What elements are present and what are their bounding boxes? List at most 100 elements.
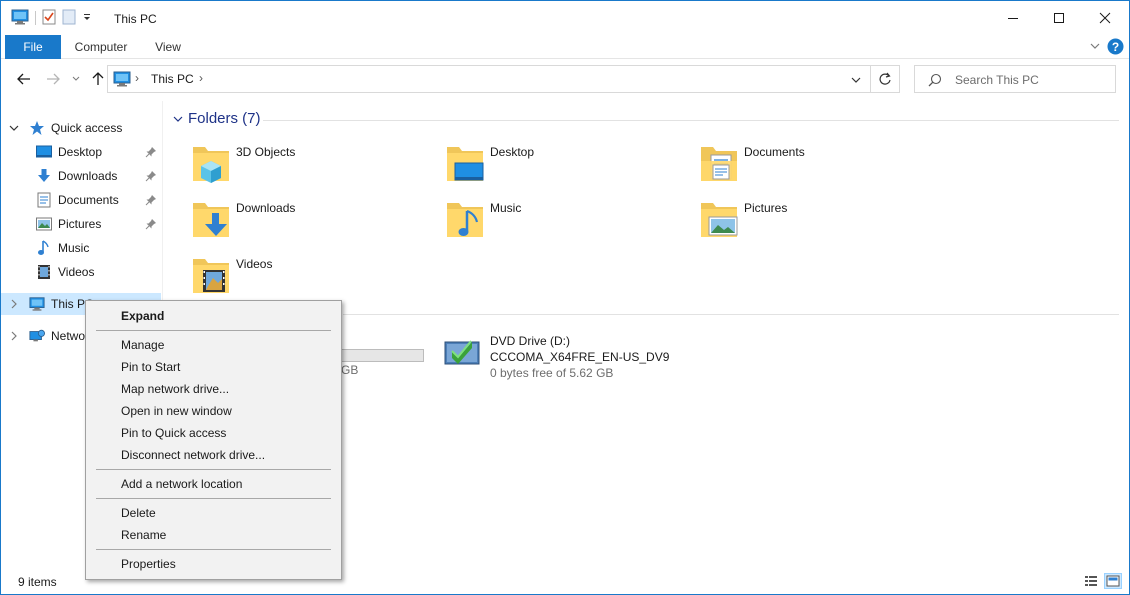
tiles-view-icon — [1106, 575, 1120, 587]
folder-downloads[interactable]: Downloads — [191, 197, 431, 247]
sidebar-item-pictures[interactable]: Pictures — [1, 213, 161, 235]
music-icon — [445, 197, 485, 243]
sidebar-item-desktop[interactable]: Desktop — [1, 141, 161, 163]
folder-pictures[interactable]: Pictures — [699, 197, 939, 247]
recent-locations-button[interactable] — [65, 69, 87, 89]
drive-dvd[interactable]: DVD Drive (D:) CCCOMA_X64FRE_EN-US_DV9 0… — [444, 334, 704, 382]
star-icon — [29, 120, 45, 136]
file-explorer-window: This PC File Computer View ? › This PC ›… — [0, 0, 1130, 595]
menu-item-add-network-location[interactable]: Add a network location — [89, 473, 338, 495]
breadcrumb-separator[interactable]: › — [135, 71, 139, 85]
chevron-right-icon[interactable] — [9, 331, 23, 341]
window-title: This PC — [114, 12, 157, 26]
svg-text:?: ? — [1112, 40, 1119, 54]
item-count: 9 items — [18, 575, 57, 589]
menu-item-pin-to-quick-access[interactable]: Pin to Quick access — [89, 422, 338, 444]
sidebar-item-documents[interactable]: Documents — [1, 189, 161, 211]
sidebar-item-downloads[interactable]: Downloads — [1, 165, 161, 187]
sidebar-item-music[interactable]: Music — [1, 237, 161, 259]
menu-item-manage[interactable]: Manage — [89, 334, 338, 356]
back-arrow-icon — [17, 73, 30, 85]
breadcrumb-this-pc[interactable]: This PC — [151, 72, 194, 86]
forward-arrow-icon — [47, 73, 60, 85]
maximize-icon — [1054, 13, 1064, 23]
3d-objects-icon — [191, 141, 231, 187]
breadcrumb-separator[interactable]: › — [199, 71, 203, 85]
folder-desktop[interactable]: Desktop — [445, 141, 685, 191]
tab-view[interactable]: View — [145, 35, 191, 59]
folder-label: Pictures — [744, 201, 788, 215]
chevron-down-icon — [72, 76, 80, 81]
pictures-icon — [699, 197, 739, 243]
menu-separator — [96, 469, 331, 470]
folder-label: Desktop — [490, 145, 535, 159]
drive-free-space: 0 bytes free of 5.62 GB — [490, 366, 614, 380]
refresh-button[interactable] — [871, 65, 900, 93]
nav-quick-access[interactable]: Quick access — [1, 117, 161, 139]
up-button[interactable] — [87, 69, 109, 89]
sidebar-item-videos[interactable]: Videos — [1, 261, 161, 283]
folder-videos[interactable]: Videos — [191, 253, 431, 303]
minimize-icon — [1008, 18, 1018, 19]
close-icon — [1099, 12, 1111, 24]
address-bar[interactable]: › This PC › — [107, 65, 871, 93]
tiles-view-button[interactable] — [1104, 573, 1122, 589]
nav-label: Videos — [58, 265, 95, 279]
customize-toolbar-icon[interactable] — [82, 11, 92, 25]
menu-item-rename[interactable]: Rename — [89, 524, 338, 546]
chevron-down-icon[interactable] — [173, 114, 183, 124]
search-icon — [928, 73, 942, 90]
title-bar: This PC — [1, 1, 1129, 35]
toolbar-divider — [35, 11, 36, 25]
folder-label: Music — [490, 201, 522, 215]
documents-icon — [699, 141, 739, 187]
downloads-icon — [191, 197, 231, 243]
dvd-drive-icon — [444, 334, 480, 371]
folder-music[interactable]: Music — [445, 197, 685, 247]
folders-group-header[interactable]: Folders (7) — [173, 110, 261, 127]
menu-item-delete[interactable]: Delete — [89, 502, 338, 524]
ribbon: File Computer View ? — [1, 35, 1129, 59]
search-box[interactable]: Search This PC — [914, 65, 1116, 93]
nav-label: Downloads — [58, 169, 118, 183]
menu-item-open-in-new-window[interactable]: Open in new window — [89, 400, 338, 422]
chevron-down-icon[interactable] — [9, 123, 23, 133]
tab-file[interactable]: File — [5, 35, 61, 59]
menu-item-map-network-drive[interactable]: Map network drive... — [89, 378, 338, 400]
search-placeholder: Search This PC — [955, 73, 1039, 87]
folder-label: Documents — [744, 145, 805, 159]
properties-icon[interactable] — [42, 9, 56, 28]
menu-item-disconnect-network-drive[interactable]: Disconnect network drive... — [89, 444, 338, 466]
menu-separator — [96, 498, 331, 499]
expand-ribbon-icon[interactable] — [1089, 40, 1101, 55]
folder-3d-objects[interactable]: 3D Objects — [191, 141, 431, 191]
menu-item-expand[interactable]: Expand — [89, 305, 338, 327]
this-pc-icon — [113, 71, 131, 90]
nav-label: Documents — [58, 193, 119, 207]
pin-icon[interactable] — [145, 218, 157, 233]
chevron-right-icon[interactable] — [9, 299, 23, 309]
desktop-icon — [445, 141, 485, 187]
help-icon[interactable]: ? — [1107, 38, 1124, 58]
maximize-button[interactable] — [1036, 1, 1082, 35]
details-view-button[interactable] — [1082, 573, 1100, 589]
minimize-button[interactable] — [990, 1, 1036, 35]
close-button[interactable] — [1082, 1, 1128, 35]
documents-icon — [36, 192, 52, 208]
videos-icon — [36, 264, 52, 280]
folder-documents[interactable]: Documents — [699, 141, 939, 191]
menu-item-pin-to-start[interactable]: Pin to Start — [89, 356, 338, 378]
pin-icon[interactable] — [145, 194, 157, 209]
pin-icon[interactable] — [145, 146, 157, 161]
group-divider — [343, 314, 1119, 315]
back-button[interactable] — [13, 69, 35, 89]
tab-computer[interactable]: Computer — [67, 35, 135, 59]
forward-button[interactable] — [42, 69, 64, 89]
nav-label: Desktop — [58, 145, 103, 159]
music-icon — [36, 240, 52, 256]
address-history-dropdown[interactable] — [850, 74, 862, 88]
new-folder-icon[interactable] — [62, 9, 76, 28]
pin-icon[interactable] — [145, 170, 157, 185]
menu-item-properties[interactable]: Properties — [89, 553, 338, 575]
this-pc-icon[interactable] — [11, 9, 29, 28]
